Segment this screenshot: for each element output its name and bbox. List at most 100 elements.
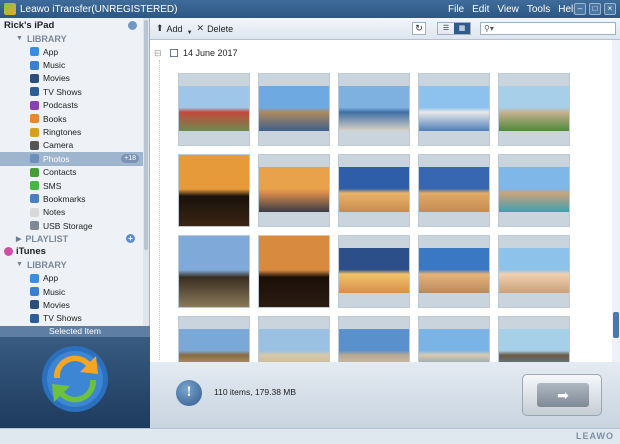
transfer-arrow-icon: ➡ — [537, 383, 589, 407]
sidebar-item-app[interactable]: App — [0, 271, 149, 284]
library-section-header[interactable]: ▼ LIBRARY — [0, 32, 149, 45]
leawo-app-icon — [4, 3, 16, 15]
leawo-brand-logo: LEAWO — [576, 431, 614, 441]
photo-thumbnail[interactable] — [338, 235, 410, 308]
photo-thumbnail[interactable] — [498, 316, 570, 362]
sidebar-item-ringtones[interactable]: Ringtones — [0, 125, 149, 138]
photo-thumbnail[interactable] — [498, 73, 570, 146]
photo-image — [179, 86, 249, 131]
menu-edit[interactable]: Edit — [472, 4, 489, 15]
menu-view[interactable]: View — [497, 4, 519, 15]
sidebar-item-notes[interactable]: Notes — [0, 206, 149, 219]
sidebar-item-label: App — [43, 273, 59, 284]
grid-view-button[interactable]: ▦ — [454, 23, 470, 34]
sidebar-scroll-thumb[interactable] — [144, 20, 148, 250]
photo-thumbnail[interactable] — [258, 73, 330, 146]
photo-thumbnail[interactable] — [178, 73, 250, 146]
photo-image — [499, 329, 569, 362]
sidebar-item-photos[interactable]: Photos +18 — [0, 152, 149, 166]
sidebar-item-label: Music — [43, 60, 66, 71]
sidebar-item-label: TV Shows — [43, 86, 82, 97]
select-group-checkbox[interactable] — [170, 49, 178, 57]
photo-thumbnail[interactable] — [418, 73, 490, 146]
photo-thumbnail[interactable] — [498, 235, 570, 308]
device-row[interactable]: Rick's iPad — [0, 18, 149, 32]
photo-thumbnail[interactable] — [338, 316, 410, 362]
minimize-button[interactable]: – — [574, 3, 586, 15]
sidebar-item-app[interactable]: App — [0, 45, 149, 58]
sidebar-item-sms[interactable]: SMS — [0, 179, 149, 192]
sidebar-item-contacts[interactable]: Contacts — [0, 166, 149, 179]
sidebar-item-label: Books — [43, 113, 67, 124]
camera-icon — [30, 140, 39, 150]
window-title: Leawo iTransfer(UNREGISTERED) — [20, 3, 178, 15]
photo-thumbnail[interactable] — [418, 316, 490, 362]
collapse-group-icon[interactable]: ⊟ — [154, 49, 162, 58]
transfer-button[interactable]: ➡ — [522, 374, 602, 416]
sidebar-item-bookmarks[interactable]: Bookmarks — [0, 192, 149, 205]
library-label: LIBRARY — [26, 33, 67, 44]
movies-icon — [30, 300, 39, 310]
bookmarks-icon — [30, 194, 39, 204]
sidebar-item-tv-shows[interactable]: TV Shows — [0, 312, 149, 325]
sidebar-item-books[interactable]: Books — [0, 112, 149, 125]
date-group-header: ⊟ 14 June 2017 — [154, 48, 238, 58]
menu-tools[interactable]: Tools — [527, 4, 550, 15]
add-dropdown-icon[interactable]: ▼ — [187, 30, 193, 36]
photo-thumbnail[interactable] — [178, 235, 250, 308]
sidebar-item-camera[interactable]: Camera — [0, 139, 149, 152]
sidebar-item-label: Contacts — [43, 167, 77, 178]
content-scrollbar[interactable] — [612, 40, 620, 362]
photo-thumbnail[interactable] — [258, 154, 330, 227]
close-button[interactable]: × — [604, 3, 616, 15]
photo-thumbnail[interactable] — [498, 154, 570, 227]
photo-thumbnail[interactable] — [338, 73, 410, 146]
sidebar-item-usb-storage[interactable]: USB Storage — [0, 219, 149, 232]
sidebar-item-label: Podcasts — [43, 100, 78, 111]
photo-thumbnail[interactable] — [338, 154, 410, 227]
add-playlist-icon[interactable]: + — [126, 234, 135, 244]
sidebar-item-movies[interactable]: Movies — [0, 298, 149, 311]
items-summary: 110 items, 179.38 MB — [214, 387, 297, 397]
photo-thumbnail[interactable] — [178, 316, 250, 362]
sidebar-item-music[interactable]: Music — [0, 58, 149, 71]
sidebar-item-label: App — [43, 46, 59, 57]
sidebar-item-podcasts[interactable]: Podcasts — [0, 99, 149, 112]
add-button[interactable]: ⬆ Add — [156, 23, 183, 34]
tree-line — [159, 60, 160, 360]
search-input[interactable] — [495, 24, 596, 33]
sidebar-item-movies[interactable]: Movies — [0, 72, 149, 85]
sidebar-item-label: Photos — [43, 153, 70, 164]
sidebar-item-label: Ringtones — [43, 127, 82, 138]
itunes-library-section-header[interactable]: ▼ LIBRARY — [0, 258, 149, 271]
content-scroll-thumb[interactable] — [613, 312, 619, 338]
sidebar-item-label: USB Storage — [43, 220, 93, 231]
selected-item-panel: Selected Item — [0, 326, 150, 428]
list-view-button[interactable]: ☰ — [438, 23, 454, 34]
add-label: Add — [166, 23, 183, 34]
photo-thumbnail[interactable] — [258, 235, 330, 308]
usb-storage-icon — [30, 221, 39, 231]
sidebar-item-label: TV Shows — [43, 313, 82, 324]
photo-thumbnail[interactable] — [178, 154, 250, 227]
photo-thumbnail[interactable] — [418, 154, 490, 227]
books-icon — [30, 114, 39, 124]
sidebar-item-music[interactable]: Music — [0, 285, 149, 298]
photo-thumbnail[interactable] — [258, 316, 330, 362]
photo-image — [179, 236, 249, 307]
refresh-button[interactable]: ↻ — [412, 22, 426, 35]
delete-button[interactable]: ✕ Delete — [197, 23, 234, 34]
sms-icon — [30, 181, 39, 191]
playlist-section-header[interactable]: ▶ PLAYLIST + — [0, 232, 149, 245]
maximize-button[interactable]: □ — [589, 3, 601, 15]
sidebar-item-label: Movies — [43, 73, 70, 84]
photo-thumbnail[interactable] — [418, 235, 490, 308]
photo-image — [419, 86, 489, 131]
photo-image — [259, 86, 329, 131]
eject-icon[interactable] — [128, 20, 137, 30]
sidebar-item-tv-shows[interactable]: TV Shows — [0, 85, 149, 98]
itunes-row[interactable]: iTunes — [0, 245, 149, 258]
menu-file[interactable]: File — [448, 4, 464, 15]
view-toggle: ☰ ▦ — [437, 22, 471, 35]
sidebar-scrollbar[interactable] — [143, 18, 149, 326]
